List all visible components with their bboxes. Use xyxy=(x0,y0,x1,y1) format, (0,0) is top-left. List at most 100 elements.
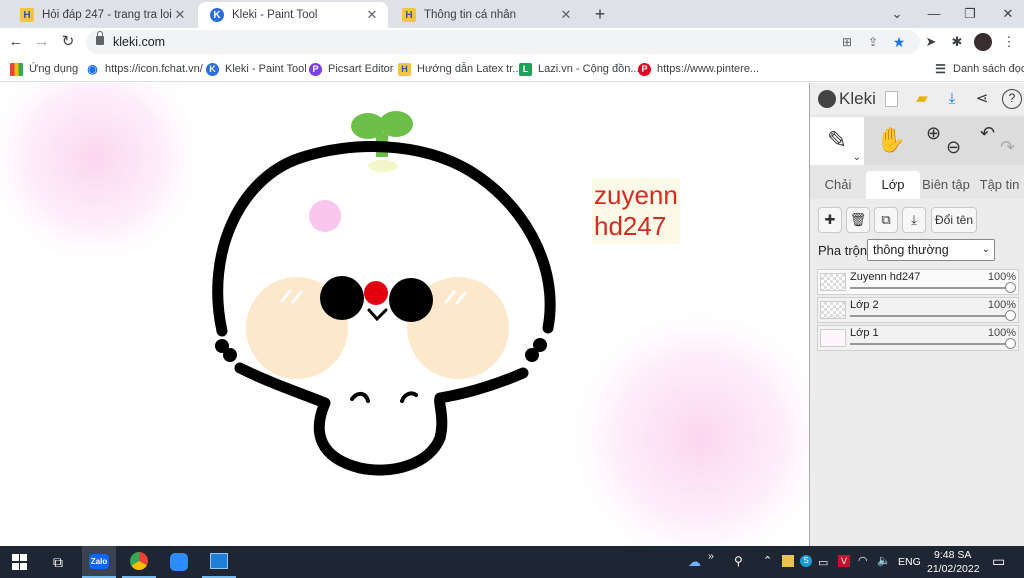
zoom-out-icon[interactable]: ⊖ xyxy=(946,123,961,171)
photos-app[interactable] xyxy=(202,546,236,578)
forward-button[interactable]: → xyxy=(32,32,52,52)
delete-layer-button[interactable]: 🗑 xyxy=(846,207,870,233)
tab-layers[interactable]: Lớp xyxy=(866,171,920,199)
skype-icon[interactable]: S xyxy=(800,555,812,567)
folder-tray-icon[interactable] xyxy=(782,555,794,567)
add-layer-button[interactable]: ✚ xyxy=(818,207,842,233)
layer-item[interactable]: Lớp 2 100% xyxy=(817,297,1019,323)
kleki-favicon-icon: K xyxy=(210,8,224,22)
cursor-extension-icon[interactable]: ➤ xyxy=(922,33,940,51)
bookmark-picsart[interactable]: P Picsart Editor xyxy=(309,61,393,77)
new-file-icon[interactable] xyxy=(885,91,898,107)
tab-search-icon[interactable]: ⌄ xyxy=(887,4,907,24)
vietkey-icon[interactable]: V xyxy=(838,555,850,567)
slider-knob[interactable] xyxy=(1005,310,1016,321)
bookmark-kleki[interactable]: K Kleki - Paint Tool xyxy=(206,61,307,77)
language-indicator[interactable]: ENG xyxy=(898,556,921,568)
download-icon[interactable]: ⤓ xyxy=(942,89,962,109)
tab-title: Kleki - Paint Tool xyxy=(232,9,318,21)
minimize-button[interactable]: — xyxy=(924,4,944,24)
close-tab-icon[interactable]: ✕ xyxy=(558,7,574,23)
apps-grid-icon xyxy=(10,62,23,76)
url-text[interactable]: kleki.com xyxy=(113,35,165,49)
clock-date[interactable]: 21/02/2022 xyxy=(927,563,980,575)
browser-tab-strip: H Hỏi đáp 247 - trang tra loi ✕ K Kleki … xyxy=(0,0,1024,28)
restore-button[interactable]: ❐ xyxy=(960,4,980,24)
bookmark-latex[interactable]: H Hướng dẫn Latex tr... xyxy=(398,61,521,77)
slider-knob[interactable] xyxy=(1005,338,1016,349)
bookmark-label: https://icon.fchat.vn/ xyxy=(105,63,203,75)
zalo-app[interactable]: Zalo xyxy=(82,546,116,578)
share-icon[interactable]: ⋖ xyxy=(972,89,992,109)
tab-brush[interactable]: Chải xyxy=(810,171,866,199)
chin-outline xyxy=(234,362,529,476)
bookmark-apps[interactable]: Ứng dụng xyxy=(10,61,78,77)
hand-tool[interactable]: ✋ xyxy=(864,117,918,165)
tab-file[interactable]: Tập tin xyxy=(974,171,1024,199)
tab-hoidap[interactable]: H Hỏi đáp 247 - trang tra loi ✕ xyxy=(8,2,196,28)
duplicate-layer-button[interactable]: ⧉ xyxy=(874,207,898,233)
address-bar[interactable]: kleki.com ⊞ ⇪ ★ xyxy=(86,30,920,54)
zoom-app[interactable] xyxy=(162,546,196,578)
close-window-button[interactable]: ✕ xyxy=(998,4,1018,24)
tab-kleki[interactable]: K Kleki - Paint Tool ✕ xyxy=(198,2,388,28)
reload-button[interactable]: ↻ xyxy=(58,32,78,52)
close-tab-icon[interactable]: ✕ xyxy=(364,7,380,23)
kleki-logo[interactable]: Kleki xyxy=(818,89,876,109)
profile-avatar[interactable] xyxy=(974,33,992,51)
merge-down-button[interactable]: ⤓ xyxy=(902,207,926,233)
task-view-icon[interactable]: ⧉ xyxy=(44,546,72,578)
volume-icon[interactable]: 🔈 xyxy=(877,554,891,567)
rename-layer-button[interactable]: Đổi tên xyxy=(931,207,977,233)
kleki-logo-text: Kleki xyxy=(839,89,876,108)
bookmark-fchat[interactable]: ◉ https://icon.fchat.vn/ xyxy=(86,61,203,77)
layer-opacity-slider[interactable] xyxy=(850,310,1016,321)
wifi-icon[interactable]: ◠ xyxy=(858,554,868,567)
help-icon[interactable]: ? xyxy=(1002,89,1022,109)
brush-tool[interactable]: ✎ ⌄ xyxy=(810,117,864,165)
start-button[interactable] xyxy=(8,546,30,578)
sprout-base xyxy=(368,160,398,172)
left-nostril xyxy=(350,392,370,403)
open-folder-icon[interactable]: ▰ xyxy=(912,89,932,109)
back-button[interactable]: ← xyxy=(6,32,26,52)
tab-thongtin[interactable]: H Thông tin cá nhân ✕ xyxy=(390,2,582,28)
layer-opacity-slider[interactable] xyxy=(850,338,1016,349)
drawing-canvas[interactable]: zuyenn hd247 xyxy=(0,83,809,546)
screen: H Hỏi đáp 247 - trang tra loi ✕ K Kleki … xyxy=(0,0,1024,578)
bookmark-pinterest[interactable]: P https://www.pintere... xyxy=(638,61,759,77)
bookmark-star-icon[interactable]: ★ xyxy=(890,34,908,50)
new-tab-button[interactable]: + xyxy=(590,4,610,24)
clock-time[interactable]: 9:48 SA xyxy=(934,549,971,561)
bookmark-label: Picsart Editor xyxy=(328,63,394,75)
translate-icon[interactable]: ⊞ xyxy=(838,34,856,50)
blend-mode-value: thông thường xyxy=(873,243,949,257)
people-icon[interactable]: ⚲ xyxy=(734,554,743,568)
chevron-right-icon[interactable]: » xyxy=(708,550,714,562)
reading-list[interactable]: ☰ Danh sách đọc xyxy=(934,61,1024,77)
pink-spot xyxy=(309,200,341,232)
battery-icon[interactable]: ▭ xyxy=(818,556,828,569)
blend-mode-select[interactable]: thông thường ⌄ xyxy=(867,239,995,261)
tab-edit[interactable]: Biên tập xyxy=(920,171,972,199)
notification-icon[interactable]: ▭ xyxy=(992,553,1005,570)
layer-opacity-slider[interactable] xyxy=(850,282,1016,293)
zoom-in-icon[interactable]: ⊕ xyxy=(926,109,941,157)
share-icon[interactable]: ⇪ xyxy=(864,34,882,50)
reading-list-label: Danh sách đọc xyxy=(953,63,1024,75)
slider-knob[interactable] xyxy=(1005,282,1016,293)
show-hidden-icons[interactable]: ⌃ xyxy=(763,554,772,567)
undo-icon[interactable]: ↶ xyxy=(980,109,995,157)
layer-item[interactable]: Zuyenn hd247 100% xyxy=(817,269,1019,295)
lock-icon[interactable] xyxy=(96,31,104,45)
redo-icon[interactable]: ↷ xyxy=(1000,123,1015,171)
bookmark-lazi[interactable]: L Lazi.vn - Cộng đồn... xyxy=(519,61,640,77)
menu-dots-icon[interactable]: ⋮ xyxy=(1000,33,1018,51)
chrome-app[interactable] xyxy=(122,546,156,578)
close-tab-icon[interactable]: ✕ xyxy=(172,7,188,23)
onedrive-icon[interactable]: ☁ xyxy=(688,554,701,570)
chevron-down-icon[interactable]: ⌄ xyxy=(853,153,861,163)
extensions-puzzle-icon[interactable]: ✱ xyxy=(948,33,966,51)
layer-item[interactable]: Lớp 1 100% xyxy=(817,325,1019,351)
bookmarks-bar: Ứng dụng ◉ https://icon.fchat.vn/ K Klek… xyxy=(0,56,1024,82)
